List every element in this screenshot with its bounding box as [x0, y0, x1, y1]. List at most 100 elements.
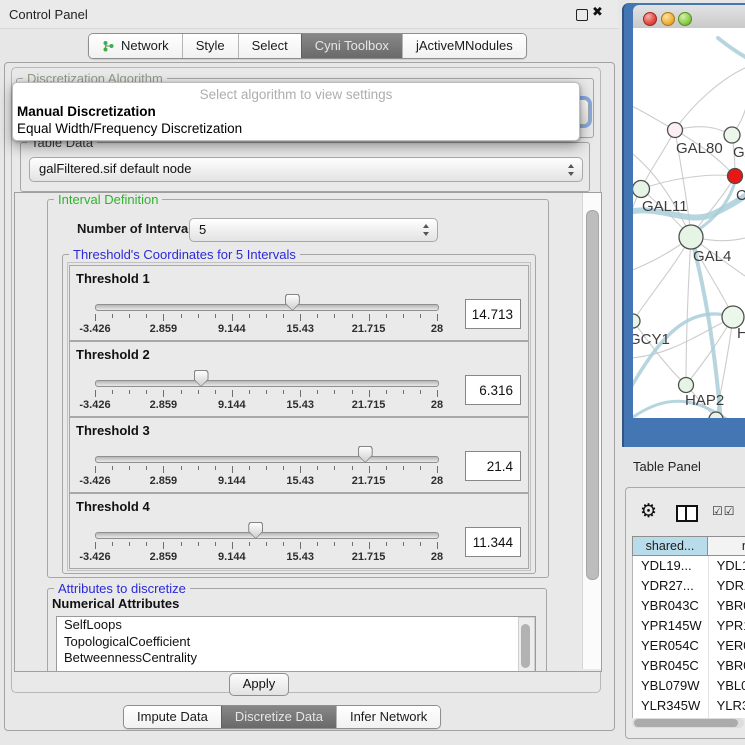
table-row[interactable]: YLR345WYLR3	[633, 696, 745, 716]
table-cell: YER0	[709, 636, 745, 656]
table-row[interactable]: YBR045CYBR0	[633, 656, 745, 676]
zoom-traffic-light-icon[interactable]	[678, 12, 692, 26]
tick-label: -3.426	[70, 399, 120, 411]
minor-tick	[403, 314, 404, 318]
major-tick	[95, 390, 96, 397]
table-row[interactable]: YBR043CYBR0	[633, 596, 745, 616]
major-tick	[232, 314, 233, 321]
apply-button[interactable]: Apply	[229, 673, 289, 696]
minor-tick	[283, 542, 284, 546]
scrollbar-thumb[interactable]	[521, 624, 530, 668]
minor-tick	[283, 314, 284, 318]
GAL11-node[interactable]	[633, 181, 650, 198]
tick-label: 15.43	[275, 551, 325, 563]
threshold-value-field[interactable]: 14.713	[465, 299, 521, 329]
attributes-group-title: Attributes to discretize	[54, 581, 190, 596]
attribute-item-selfloops[interactable]: SelfLoops	[57, 617, 535, 634]
tick-label: -3.426	[70, 551, 120, 563]
attributes-list-scrollbar[interactable]	[518, 617, 535, 672]
network-edge[interactable]	[675, 68, 745, 130]
GAL4-node[interactable]	[679, 225, 703, 249]
tab-jactivemnodules[interactable]: jActiveMNodules	[402, 34, 526, 58]
settings-scrollpane: Interval Definition Number of Intervals …	[14, 192, 602, 672]
minor-tick	[146, 314, 147, 318]
table-cell: YBR0	[709, 656, 745, 676]
network-window-titlebar[interactable]	[633, 5, 745, 29]
attribute-item-betweennesscentrality[interactable]: BetweennessCentrality	[57, 650, 535, 667]
tab-style[interactable]: Style	[182, 34, 238, 58]
tab-select[interactable]: Select	[238, 34, 301, 58]
columns-icon[interactable]	[676, 505, 698, 522]
minor-tick	[266, 390, 267, 394]
close-icon[interactable]: ✖	[592, 5, 603, 20]
table-cell: YPR1	[709, 616, 745, 636]
HAP2-node[interactable]	[679, 378, 694, 393]
minor-tick	[420, 542, 421, 546]
algorithm-prompt-item[interactable]: Select algorithm to view settings	[13, 87, 579, 102]
gear-icon[interactable]: ⚙	[640, 500, 657, 522]
tab-network[interactable]: Network	[89, 34, 182, 58]
tick-label: 15.43	[275, 399, 325, 411]
tab-impute-data[interactable]: Impute Data	[124, 706, 221, 728]
network-edge[interactable]	[718, 38, 745, 58]
scrollbar-thumb[interactable]	[634, 719, 738, 727]
checkbox-icons[interactable]: ☑☑	[712, 504, 736, 518]
red-node[interactable]	[728, 169, 743, 184]
network-canvas[interactable]: GAL80GACGAL11GAL4GCY1HAHAP2	[633, 28, 745, 418]
scrollbar-thumb[interactable]	[586, 210, 599, 580]
slider-track[interactable]	[95, 380, 439, 387]
G-node[interactable]	[724, 127, 740, 143]
major-tick	[232, 542, 233, 549]
minor-tick	[249, 390, 250, 394]
threshold-value-field[interactable]: 6.316	[465, 375, 521, 405]
minor-tick	[181, 542, 182, 546]
column-header-shared[interactable]: shared...	[632, 536, 708, 556]
table-cell: YBR045C	[633, 656, 709, 676]
slider-track[interactable]	[95, 456, 439, 463]
column-header-name[interactable]: name	[708, 536, 745, 556]
tick-label: 21.715	[344, 323, 394, 335]
close-traffic-light-icon[interactable]	[643, 12, 657, 26]
tab-infer-network[interactable]: Infer Network	[336, 706, 440, 728]
minor-tick	[317, 542, 318, 546]
threshold-value-field[interactable]: 21.4	[465, 451, 521, 481]
minor-tick	[283, 466, 284, 470]
tab-cyni-toolbox[interactable]: Cyni Toolbox	[301, 34, 402, 58]
settings-scrollbar[interactable]	[582, 193, 601, 669]
slider-track[interactable]	[95, 304, 439, 311]
table-row[interactable]: YDL19...YDL1	[633, 556, 745, 576]
table-row[interactable]: YBL079WYBL0	[633, 676, 745, 696]
minor-tick	[198, 542, 199, 546]
minor-tick	[386, 542, 387, 546]
tick-label: 15.43	[275, 323, 325, 335]
table-data-group: Table Data galFiltered.sif default node	[20, 142, 590, 192]
table-row[interactable]: YPR145WYPR1	[633, 616, 745, 636]
number-of-intervals-combobox[interactable]: 5	[189, 218, 438, 242]
minor-tick	[403, 466, 404, 470]
major-tick	[437, 390, 438, 397]
float-window-icon[interactable]	[576, 9, 588, 21]
network-edge[interactable]	[633, 237, 691, 321]
major-tick	[300, 390, 301, 397]
GCY1-node[interactable]	[633, 314, 640, 328]
tick-label: 9.144	[207, 551, 257, 563]
minor-tick	[403, 542, 404, 546]
GAL80-node[interactable]	[668, 123, 683, 138]
table-row[interactable]: YER054CYER0	[633, 636, 745, 656]
algorithm-item-manual-discretization[interactable]: Manual Discretization	[17, 104, 156, 119]
table-data-combobox[interactable]: galFiltered.sif default node	[29, 157, 583, 182]
major-tick	[369, 466, 370, 473]
minimize-traffic-light-icon[interactable]	[661, 12, 675, 26]
tick-label: 2.859	[138, 323, 188, 335]
major-tick	[163, 314, 164, 321]
numerical-attributes-list[interactable]: SelfLoopsTopologicalCoefficientBetweenne…	[56, 616, 536, 672]
table-horizontal-scrollbar[interactable]	[632, 718, 744, 728]
top-tab-bar: NetworkStyleSelectCyni ToolboxjActiveMNo…	[88, 33, 527, 59]
threshold-value-field[interactable]: 11.344	[465, 527, 521, 557]
tab-discretize-data[interactable]: Discretize Data	[221, 706, 336, 728]
network-edge[interactable]	[686, 237, 691, 385]
attribute-item-topologicalcoefficient[interactable]: TopologicalCoefficient	[57, 634, 535, 651]
algorithm-item-equal-width-frequency[interactable]: Equal Width/Frequency Discretization	[17, 121, 242, 136]
table-row[interactable]: YDR27...YDR2	[633, 576, 745, 596]
slider-track[interactable]	[95, 532, 439, 539]
